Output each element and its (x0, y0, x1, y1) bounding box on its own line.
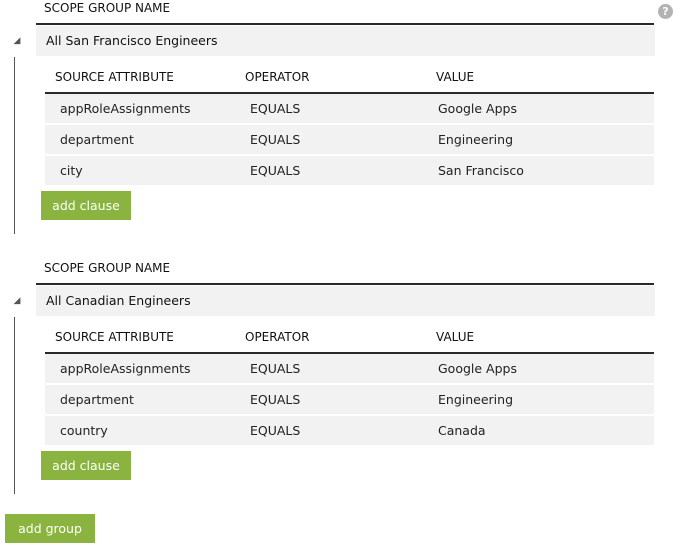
operator-cell: EQUALS (250, 132, 301, 147)
help-icon[interactable]: ? (658, 4, 673, 19)
operator-cell: EQUALS (250, 392, 301, 407)
group-tree-line (14, 317, 15, 494)
operator-cell: EQUALS (250, 361, 301, 376)
source-attribute-cell: department (60, 392, 134, 407)
scope-group-name-field[interactable]: All Canadian Engineers (36, 286, 655, 316)
table-row[interactable]: appRoleAssignments EQUALS Google Apps (45, 94, 654, 123)
column-operator: OPERATOR (245, 330, 310, 344)
source-attribute-cell: appRoleAssignments (60, 101, 191, 116)
scope-group-name-header: SCOPE GROUP NAME (36, 0, 654, 25)
column-operator: OPERATOR (245, 70, 310, 84)
value-cell: San Francisco (438, 163, 524, 178)
add-group-button[interactable]: add group (5, 514, 95, 543)
operator-cell: EQUALS (250, 101, 301, 116)
collapse-toggle-icon[interactable]: ◢ (4, 26, 30, 56)
column-value: VALUE (436, 330, 475, 344)
clause-table-header: SOURCE ATTRIBUTE OPERATOR VALUE (45, 321, 654, 354)
source-attribute-cell: city (60, 163, 83, 178)
table-row[interactable]: department EQUALS Engineering (45, 385, 654, 414)
clause-table-header: SOURCE ATTRIBUTE OPERATOR VALUE (45, 61, 654, 94)
group-tree-line (14, 57, 15, 234)
add-clause-button[interactable]: add clause (41, 191, 131, 220)
value-cell: Engineering (438, 132, 513, 147)
add-clause-button[interactable]: add clause (41, 451, 131, 480)
value-cell: Engineering (438, 392, 513, 407)
column-source-attribute: SOURCE ATTRIBUTE (55, 70, 174, 84)
scope-group-name-field[interactable]: All San Francisco Engineers (36, 26, 655, 56)
value-cell: Canada (438, 423, 486, 438)
column-value: VALUE (436, 70, 475, 84)
column-source-attribute: SOURCE ATTRIBUTE (55, 330, 174, 344)
source-attribute-cell: country (60, 423, 108, 438)
table-row[interactable]: department EQUALS Engineering (45, 125, 654, 154)
table-row[interactable]: city EQUALS San Francisco (45, 156, 654, 185)
scope-group-name-row: ◢ All Canadian Engineers (0, 286, 655, 316)
collapse-toggle-icon[interactable]: ◢ (4, 286, 30, 316)
value-cell: Google Apps (438, 101, 517, 116)
table-row[interactable]: country EQUALS Canada (45, 416, 654, 445)
operator-cell: EQUALS (250, 423, 301, 438)
operator-cell: EQUALS (250, 163, 301, 178)
scope-group-name-row: ◢ All San Francisco Engineers (0, 26, 655, 56)
value-cell: Google Apps (438, 361, 517, 376)
table-row[interactable]: appRoleAssignments EQUALS Google Apps (45, 354, 654, 383)
source-attribute-cell: appRoleAssignments (60, 361, 191, 376)
scope-group-name-header: SCOPE GROUP NAME (36, 260, 654, 285)
source-attribute-cell: department (60, 132, 134, 147)
